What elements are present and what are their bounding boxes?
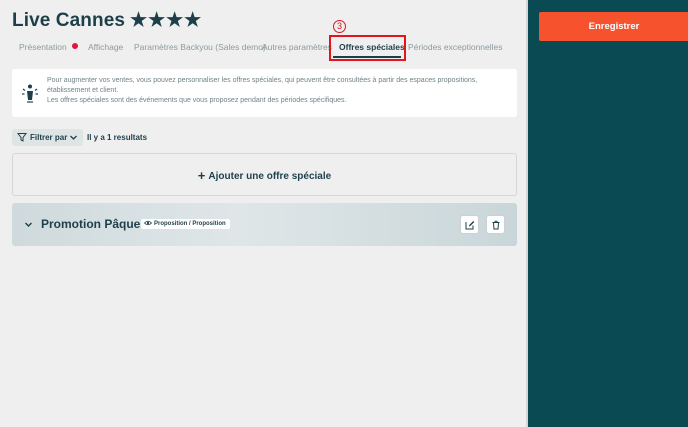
info-line-2: Les offres spéciales sont des événements… <box>47 97 347 104</box>
save-button[interactable]: Enregistrer <box>539 12 688 41</box>
visibility-label: Proposition / Proposition <box>154 221 226 227</box>
main-content: Live Cannes ★★★★ 3 Présentation Affichage… <box>0 0 528 427</box>
alert-dot-icon <box>71 43 78 49</box>
tab-periodes-exceptionnelles[interactable]: Périodes exceptionnelles <box>408 42 503 52</box>
add-offer-label: Ajouter une offre spéciale <box>208 171 332 182</box>
info-line-1: Pour augmenter vos ventes, vous pouvez p… <box>47 77 478 94</box>
step-number-badge: 3 <box>333 20 346 33</box>
delete-offer-button[interactable] <box>486 215 505 234</box>
trash-icon <box>492 220 500 230</box>
tab-parametres-backyou[interactable]: Paramètres Backyou (Sales demo) <box>134 42 266 52</box>
page-title: Live Cannes ★★★★ <box>12 9 202 32</box>
info-banner: Pour augmenter vos ventes, vous pouvez p… <box>12 69 517 117</box>
tab-presentation[interactable]: Présentation <box>19 42 78 52</box>
chevron-down-icon[interactable] <box>24 220 33 229</box>
filter-label: Filtrer par <box>30 133 68 142</box>
tab-highlight-frame <box>329 35 406 61</box>
offer-title: Promotion Pâques <box>41 217 148 231</box>
chevron-down-icon <box>70 135 77 140</box>
add-offer-button[interactable]: + Ajouter une offre spéciale <box>12 153 517 196</box>
filter-button[interactable]: Filtrer par <box>12 129 83 146</box>
megaphone-icon <box>22 84 38 103</box>
tab-affichage[interactable]: Affichage <box>88 42 123 52</box>
edit-offer-button[interactable] <box>460 215 479 234</box>
star-rating: ★★★★ <box>130 10 203 31</box>
offer-card: Promotion Pâques Proposition / Propositi… <box>12 203 517 246</box>
eye-icon <box>144 220 152 226</box>
tab-autres-parametres[interactable]: Autres paramètres <box>262 42 332 52</box>
visibility-badge: Proposition / Proposition <box>141 219 230 229</box>
filter-icon <box>17 133 27 142</box>
results-count: Il y a 1 resultats <box>87 133 148 142</box>
establishment-name: Live Cannes <box>12 10 126 31</box>
plus-icon: + <box>197 168 206 183</box>
right-sidebar <box>528 0 688 427</box>
edit-icon <box>465 221 475 230</box>
info-text: Pour augmenter vos ventes, vous pouvez p… <box>47 76 507 106</box>
